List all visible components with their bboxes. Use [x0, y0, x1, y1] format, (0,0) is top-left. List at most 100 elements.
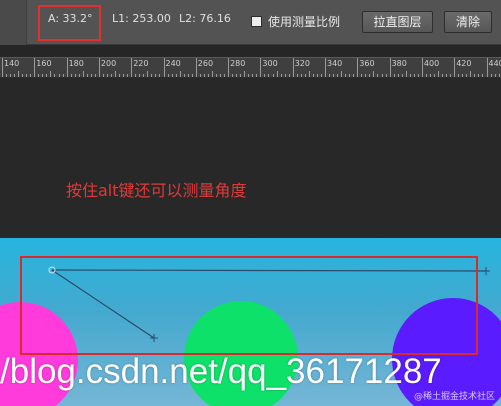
ruler-minor-tick — [123, 74, 125, 77]
ruler-minor-tick — [373, 71, 375, 77]
ruler-minor-tick — [341, 71, 343, 77]
ruler-minor-tick — [478, 74, 480, 77]
ruler-minor-tick — [159, 74, 161, 77]
clear-button[interactable]: 清除 — [444, 11, 492, 33]
ruler-minor-tick — [102, 74, 104, 77]
ruler-major-tick — [131, 58, 133, 77]
ruler-minor-tick — [147, 71, 149, 77]
ruler-label: 340 — [327, 59, 343, 68]
ruler-major-tick — [454, 58, 456, 77]
ruler-minor-tick — [345, 74, 347, 77]
ruler-minor-tick — [316, 74, 318, 77]
ruler-minor-tick — [244, 71, 246, 77]
ruler-minor-tick — [417, 74, 419, 77]
ruler-minor-tick — [498, 74, 500, 77]
ruler-major-tick — [389, 58, 391, 77]
ruler-minor-tick — [397, 74, 399, 77]
ruler-major-tick — [357, 58, 359, 77]
ruler-minor-tick — [312, 74, 314, 77]
ruler-major-tick — [260, 58, 262, 77]
ruler-label: 380 — [391, 59, 407, 68]
ruler-minor-tick — [115, 71, 117, 77]
ruler-minor-tick — [474, 74, 476, 77]
ruler-major-tick — [98, 58, 100, 77]
ruler-minor-tick — [442, 74, 444, 77]
ruler-minor-tick — [288, 74, 290, 77]
ruler-minor-tick — [30, 74, 32, 77]
tool-preset-picker[interactable] — [0, 0, 27, 45]
ruler-minor-tick — [446, 74, 448, 77]
ruler-minor-tick — [256, 74, 258, 77]
ruler-minor-tick — [42, 74, 44, 77]
ruler-minor-tick — [458, 74, 460, 77]
url-watermark: /blog.csdn.net/qq_36171287 — [0, 352, 442, 391]
ruler-major-tick — [195, 58, 197, 77]
ruler-major-tick — [486, 58, 488, 77]
ruler-minor-tick — [78, 74, 80, 77]
options-bar: A: 33.2° L1: 253.00 L2: 76.16 使用测量比例 拉直图… — [0, 0, 501, 45]
ruler-minor-tick — [175, 74, 177, 77]
ruler-minor-tick — [119, 74, 121, 77]
ruler-label: 260 — [197, 59, 214, 68]
ruler-minor-tick — [58, 74, 60, 77]
ruler-minor-tick — [215, 74, 217, 77]
ruler-minor-tick — [405, 71, 407, 77]
ruler-minor-tick — [14, 74, 16, 77]
ruler-minor-tick — [10, 74, 12, 77]
ruler-minor-tick — [409, 74, 411, 77]
ruler-minor-tick — [106, 74, 108, 77]
ruler-label: 160 — [36, 59, 52, 68]
ruler-minor-tick — [236, 74, 238, 77]
ruler-minor-tick — [490, 74, 492, 77]
ruler-label: 280 — [230, 59, 246, 68]
ruler-minor-tick — [425, 74, 427, 77]
ruler-minor-tick — [276, 71, 278, 77]
ruler-minor-tick — [429, 74, 431, 77]
ruler-minor-tick — [46, 74, 48, 77]
ruler-minor-tick — [320, 74, 322, 77]
ruler-minor-tick — [300, 74, 302, 77]
ruler-minor-tick — [280, 74, 282, 77]
ruler-minor-tick — [38, 74, 40, 77]
ruler-minor-tick — [413, 74, 415, 77]
ruler-minor-tick — [54, 74, 56, 77]
ruler-minor-tick — [62, 74, 64, 77]
ruler-minor-tick — [494, 74, 496, 77]
ruler-minor-tick — [18, 71, 20, 77]
ruler-minor-tick — [450, 74, 452, 77]
ruler-label: 400 — [423, 59, 440, 68]
annotation-text: 按住alt键还可以测量角度 — [66, 181, 247, 200]
ruler-minor-tick — [203, 74, 205, 77]
ruler-minor-tick — [470, 71, 472, 77]
ruler-minor-tick — [211, 71, 213, 77]
ruler-minor-tick — [466, 74, 468, 77]
ruler-minor-tick — [183, 74, 185, 77]
ruler-minor-tick — [248, 74, 250, 77]
use-scale-label[interactable]: 使用测量比例 — [268, 13, 340, 30]
ruler-major-tick — [292, 58, 294, 77]
horizontal-ruler[interactable]: 140 160 180 200 220 240 260 280 300 320 340 360 380 4… — [0, 57, 501, 78]
ruler-minor-tick — [240, 74, 242, 77]
ruler-minor-tick — [365, 74, 367, 77]
ruler-label: 240 — [165, 59, 181, 68]
ruler-minor-tick — [284, 74, 286, 77]
ruler-minor-tick — [333, 74, 335, 77]
use-scale-checkbox[interactable] — [251, 16, 262, 27]
ruler-minor-tick — [94, 74, 96, 77]
ruler-minor-tick — [50, 71, 52, 77]
ruler-minor-tick — [199, 74, 201, 77]
ruler-major-tick — [228, 58, 230, 77]
ruler-major-tick — [421, 58, 423, 77]
pasteboard — [0, 78, 501, 238]
ruler-minor-tick — [187, 74, 189, 77]
ruler-label: 420 — [456, 59, 472, 68]
length1-readout: L1: 253.00 — [112, 12, 171, 25]
straighten-layer-button[interactable]: 拉直图层 — [362, 11, 433, 33]
ruler-minor-tick — [349, 74, 351, 77]
ruler-minor-tick — [438, 71, 440, 77]
ruler-minor-tick — [232, 74, 234, 77]
ruler-minor-tick — [70, 74, 72, 77]
ruler-minor-tick — [482, 74, 484, 77]
ruler-minor-tick — [6, 74, 8, 77]
ruler-label: 180 — [68, 59, 84, 68]
